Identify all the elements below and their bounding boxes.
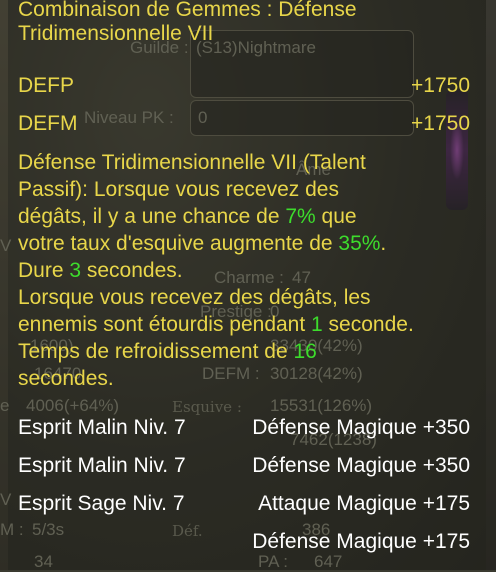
desc-line: Lorsque vous recevez des dégâts, les	[18, 284, 488, 311]
stat-name-defm: DEFM	[18, 112, 78, 135]
stat-value-defp: +1750	[411, 74, 470, 97]
bonus-source: Esprit Malin Niv. 7	[18, 416, 186, 439]
desc-text: Défense Tridimensionnelle VII (Talent	[18, 151, 366, 174]
bonus-effect: Défense Magique +175	[252, 530, 470, 553]
desc-text: Lorsque vous recevez des dégâts, les	[18, 286, 371, 309]
gem-combination-tooltip: Combinaison de Gemmes : Défense Tridimen…	[0, 0, 496, 570]
stun-seconds: 1	[311, 313, 323, 336]
chance-percent: 7%	[285, 205, 316, 228]
desc-text: votre taux d'esquive augmente de	[18, 232, 339, 255]
desc-line: Défense Tridimensionnelle VII (Talent	[18, 149, 488, 176]
stat-value-defm: +1750	[411, 112, 470, 135]
cooldown-seconds: 16	[293, 340, 317, 363]
talent-description: Défense Tridimensionnelle VII (Talent Pa…	[18, 149, 488, 392]
tooltip-title-line2: Tridimensionnelle VII	[18, 22, 214, 45]
desc-line: Temps de refroidissement de 16	[18, 338, 488, 365]
bonus-source: Esprit Malin Niv. 7	[18, 454, 186, 477]
desc-text: .	[380, 232, 387, 255]
bonus-source: Esprit Sage Niv. 7	[18, 492, 185, 515]
desc-line: Dure 3 secondes.	[18, 257, 488, 284]
desc-line: votre taux d'esquive augmente de 35%.	[18, 230, 488, 257]
desc-text: seconde.	[322, 313, 414, 336]
desc-text: Passif): Lorsque vous recevez des	[18, 178, 339, 201]
desc-line: ennemis sont étourdis pendant 1 seconde.	[18, 311, 488, 338]
desc-text: ennemis sont étourdis pendant	[18, 313, 312, 336]
desc-line: dégâts, il y a une chance de 7% que	[18, 203, 488, 230]
desc-text: dégâts, il y a une chance de	[18, 205, 286, 228]
desc-text: secondes.	[81, 259, 183, 282]
desc-text: secondes.	[18, 367, 114, 390]
bonus-effect: Défense Magique +350	[252, 454, 470, 477]
desc-text: Dure	[18, 259, 70, 282]
desc-line: Passif): Lorsque vous recevez des	[18, 176, 488, 203]
dodge-increase-percent: 35%	[338, 232, 381, 255]
duration-seconds: 3	[69, 259, 82, 282]
desc-text: Temps de refroidissement de	[18, 340, 294, 363]
bonus-effect: Attaque Magique +175	[258, 492, 470, 515]
bonus-effect: Défense Magique +350	[252, 416, 470, 439]
stat-name-defp: DEFP	[18, 74, 75, 97]
desc-text: que	[315, 205, 357, 228]
desc-line: secondes.	[18, 365, 488, 392]
